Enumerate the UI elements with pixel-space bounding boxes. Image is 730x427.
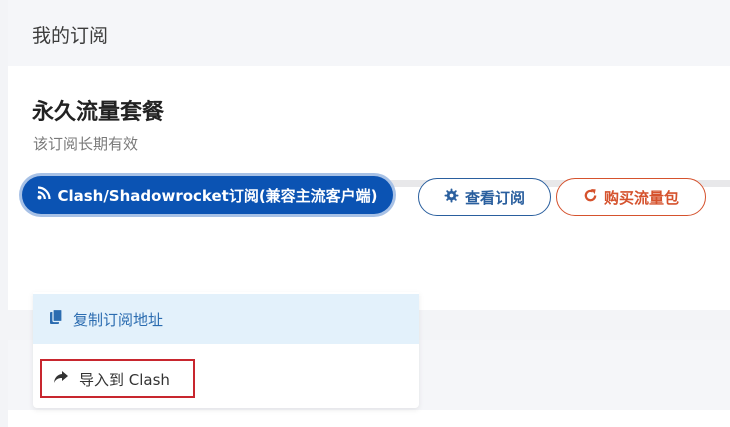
rss-icon [37,186,52,204]
page-header: 我的订阅 [8,0,730,66]
plan-name: 永久流量套餐 [32,100,165,125]
subscribe-clash-button[interactable]: Clash/Shadowrocket订阅(兼容主流客户端) [22,176,393,214]
import-highlight-box [40,359,195,398]
copy-icon [49,308,63,329]
page-title: 我的订阅 [32,25,109,47]
plan-validity: 该订阅长期有效 [33,135,139,153]
bottom-strip [8,410,730,427]
buy-traffic-button[interactable]: 购买流量包 [556,178,706,216]
subscribe-button-label: Clash/Shadowrocket订阅(兼容主流客户端) [57,186,378,205]
gear-icon [444,187,459,207]
copy-url-label: 复制订阅地址 [73,310,164,329]
refresh-icon [583,188,598,207]
view-button-label: 查看订阅 [464,188,525,207]
view-subscription-button[interactable]: 查看订阅 [418,178,551,216]
buy-button-label: 购买流量包 [603,188,679,207]
copy-subscription-url-item[interactable]: 复制订阅地址 [33,294,419,344]
